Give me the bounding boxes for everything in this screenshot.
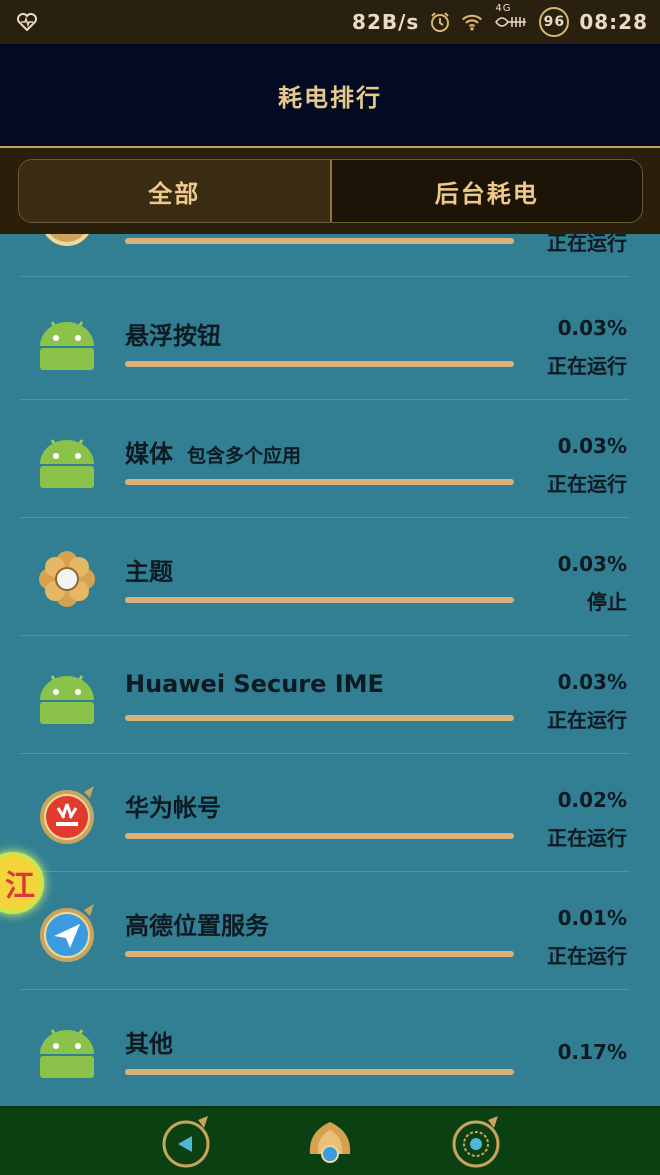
gold-app-icon bbox=[45, 234, 89, 246]
list-item[interactable]: 悬浮按钮 0.03% 正在运行 bbox=[0, 282, 660, 400]
page-title: 耗电排行 bbox=[278, 83, 382, 112]
app-name: 媒体 bbox=[125, 440, 173, 468]
usage-percent: 0.03% bbox=[557, 670, 627, 694]
app-status: 正在运行 bbox=[547, 708, 627, 732]
tab-bar: 全部 后台耗电 bbox=[0, 148, 660, 234]
usage-bar bbox=[125, 1069, 514, 1075]
usage-percent: 0.03% bbox=[557, 434, 627, 458]
list-item[interactable]: 其他 0.17% bbox=[0, 990, 660, 1106]
app-subtitle: 包含多个应用 bbox=[187, 445, 302, 467]
signal-icon: 4G bbox=[493, 3, 529, 33]
theme-flower-icon bbox=[39, 551, 95, 607]
divider bbox=[20, 276, 630, 277]
usage-bar bbox=[125, 597, 514, 603]
app-status: 正在运行 bbox=[547, 234, 627, 255]
usage-bar bbox=[125, 715, 514, 721]
heart-monitor-icon bbox=[16, 11, 38, 33]
page-header: 耗电排行 bbox=[0, 44, 660, 148]
amap-location-icon bbox=[40, 904, 94, 962]
list-item[interactable]: 正在运行 bbox=[0, 234, 660, 277]
app-name: 华为帐号 bbox=[125, 794, 221, 822]
usage-percent: 0.03% bbox=[557, 316, 627, 340]
tab-background-usage-label: 后台耗电 bbox=[434, 179, 539, 208]
network-type: 4G bbox=[495, 3, 512, 14]
list-item[interactable]: 高德位置服务 0.01% 正在运行 bbox=[0, 872, 660, 990]
list-item[interactable]: 华为帐号 0.02% 正在运行 bbox=[0, 754, 660, 872]
app-name: 其他 bbox=[125, 1030, 173, 1058]
huawei-id-icon bbox=[40, 786, 94, 844]
usage-percent: 0.02% bbox=[557, 788, 627, 812]
clock: 08:28 bbox=[579, 10, 648, 34]
floating-assistant-label: 江 bbox=[5, 869, 35, 904]
alarm-icon bbox=[429, 11, 451, 33]
app-name: 悬浮按钮 bbox=[125, 322, 221, 350]
usage-bar bbox=[125, 238, 514, 244]
usage-bar bbox=[125, 951, 514, 957]
android-icon bbox=[40, 675, 94, 724]
wifi-icon bbox=[461, 11, 483, 33]
app-status: 正在运行 bbox=[547, 354, 627, 378]
back-icon[interactable] bbox=[158, 1114, 214, 1170]
tab-background-usage[interactable]: 后台耗电 bbox=[331, 160, 642, 222]
status-bar: 82B/s 4G 96 08:28 bbox=[0, 0, 660, 44]
list-item[interactable]: 主题 0.03% 停止 bbox=[0, 518, 660, 636]
app-status: 正在运行 bbox=[547, 472, 627, 496]
app-power-list[interactable]: 正在运行 悬浮按钮 0.03% 正在运行 媒体 包含多个应用 0.03% 正在运行 bbox=[0, 234, 660, 1106]
usage-bar bbox=[125, 479, 514, 485]
network-speed: 82B/s bbox=[352, 10, 420, 34]
app-name: 高德位置服务 bbox=[125, 912, 269, 940]
usage-percent: 0.01% bbox=[557, 906, 627, 930]
list-item[interactable]: 媒体 包含多个应用 0.03% 正在运行 bbox=[0, 400, 660, 518]
app-name: 主题 bbox=[125, 558, 173, 586]
usage-percent: 0.17% bbox=[557, 1040, 627, 1064]
usage-percent: 0.03% bbox=[557, 552, 627, 576]
home-icon[interactable] bbox=[302, 1114, 358, 1170]
app-name: Huawei Secure IME bbox=[125, 670, 384, 698]
app-name-group: 媒体 包含多个应用 bbox=[125, 434, 301, 469]
tab-all-label: 全部 bbox=[148, 179, 201, 208]
recent-apps-icon[interactable] bbox=[448, 1114, 504, 1170]
android-icon bbox=[40, 439, 94, 488]
app-status: 正在运行 bbox=[547, 826, 627, 850]
list-item[interactable]: Huawei Secure IME 0.03% 正在运行 bbox=[0, 636, 660, 754]
app-status: 停止 bbox=[587, 590, 627, 614]
android-icon bbox=[40, 1029, 94, 1078]
android-icon bbox=[40, 321, 94, 370]
usage-bar bbox=[125, 361, 514, 367]
tab-all[interactable]: 全部 bbox=[19, 160, 332, 222]
navigation-bar bbox=[0, 1106, 660, 1175]
usage-bar bbox=[125, 833, 514, 839]
battery-icon: 96 bbox=[539, 7, 570, 37]
tab-group: 全部 后台耗电 bbox=[18, 159, 643, 223]
app-status: 正在运行 bbox=[547, 944, 627, 968]
battery-level: 96 bbox=[543, 14, 566, 30]
